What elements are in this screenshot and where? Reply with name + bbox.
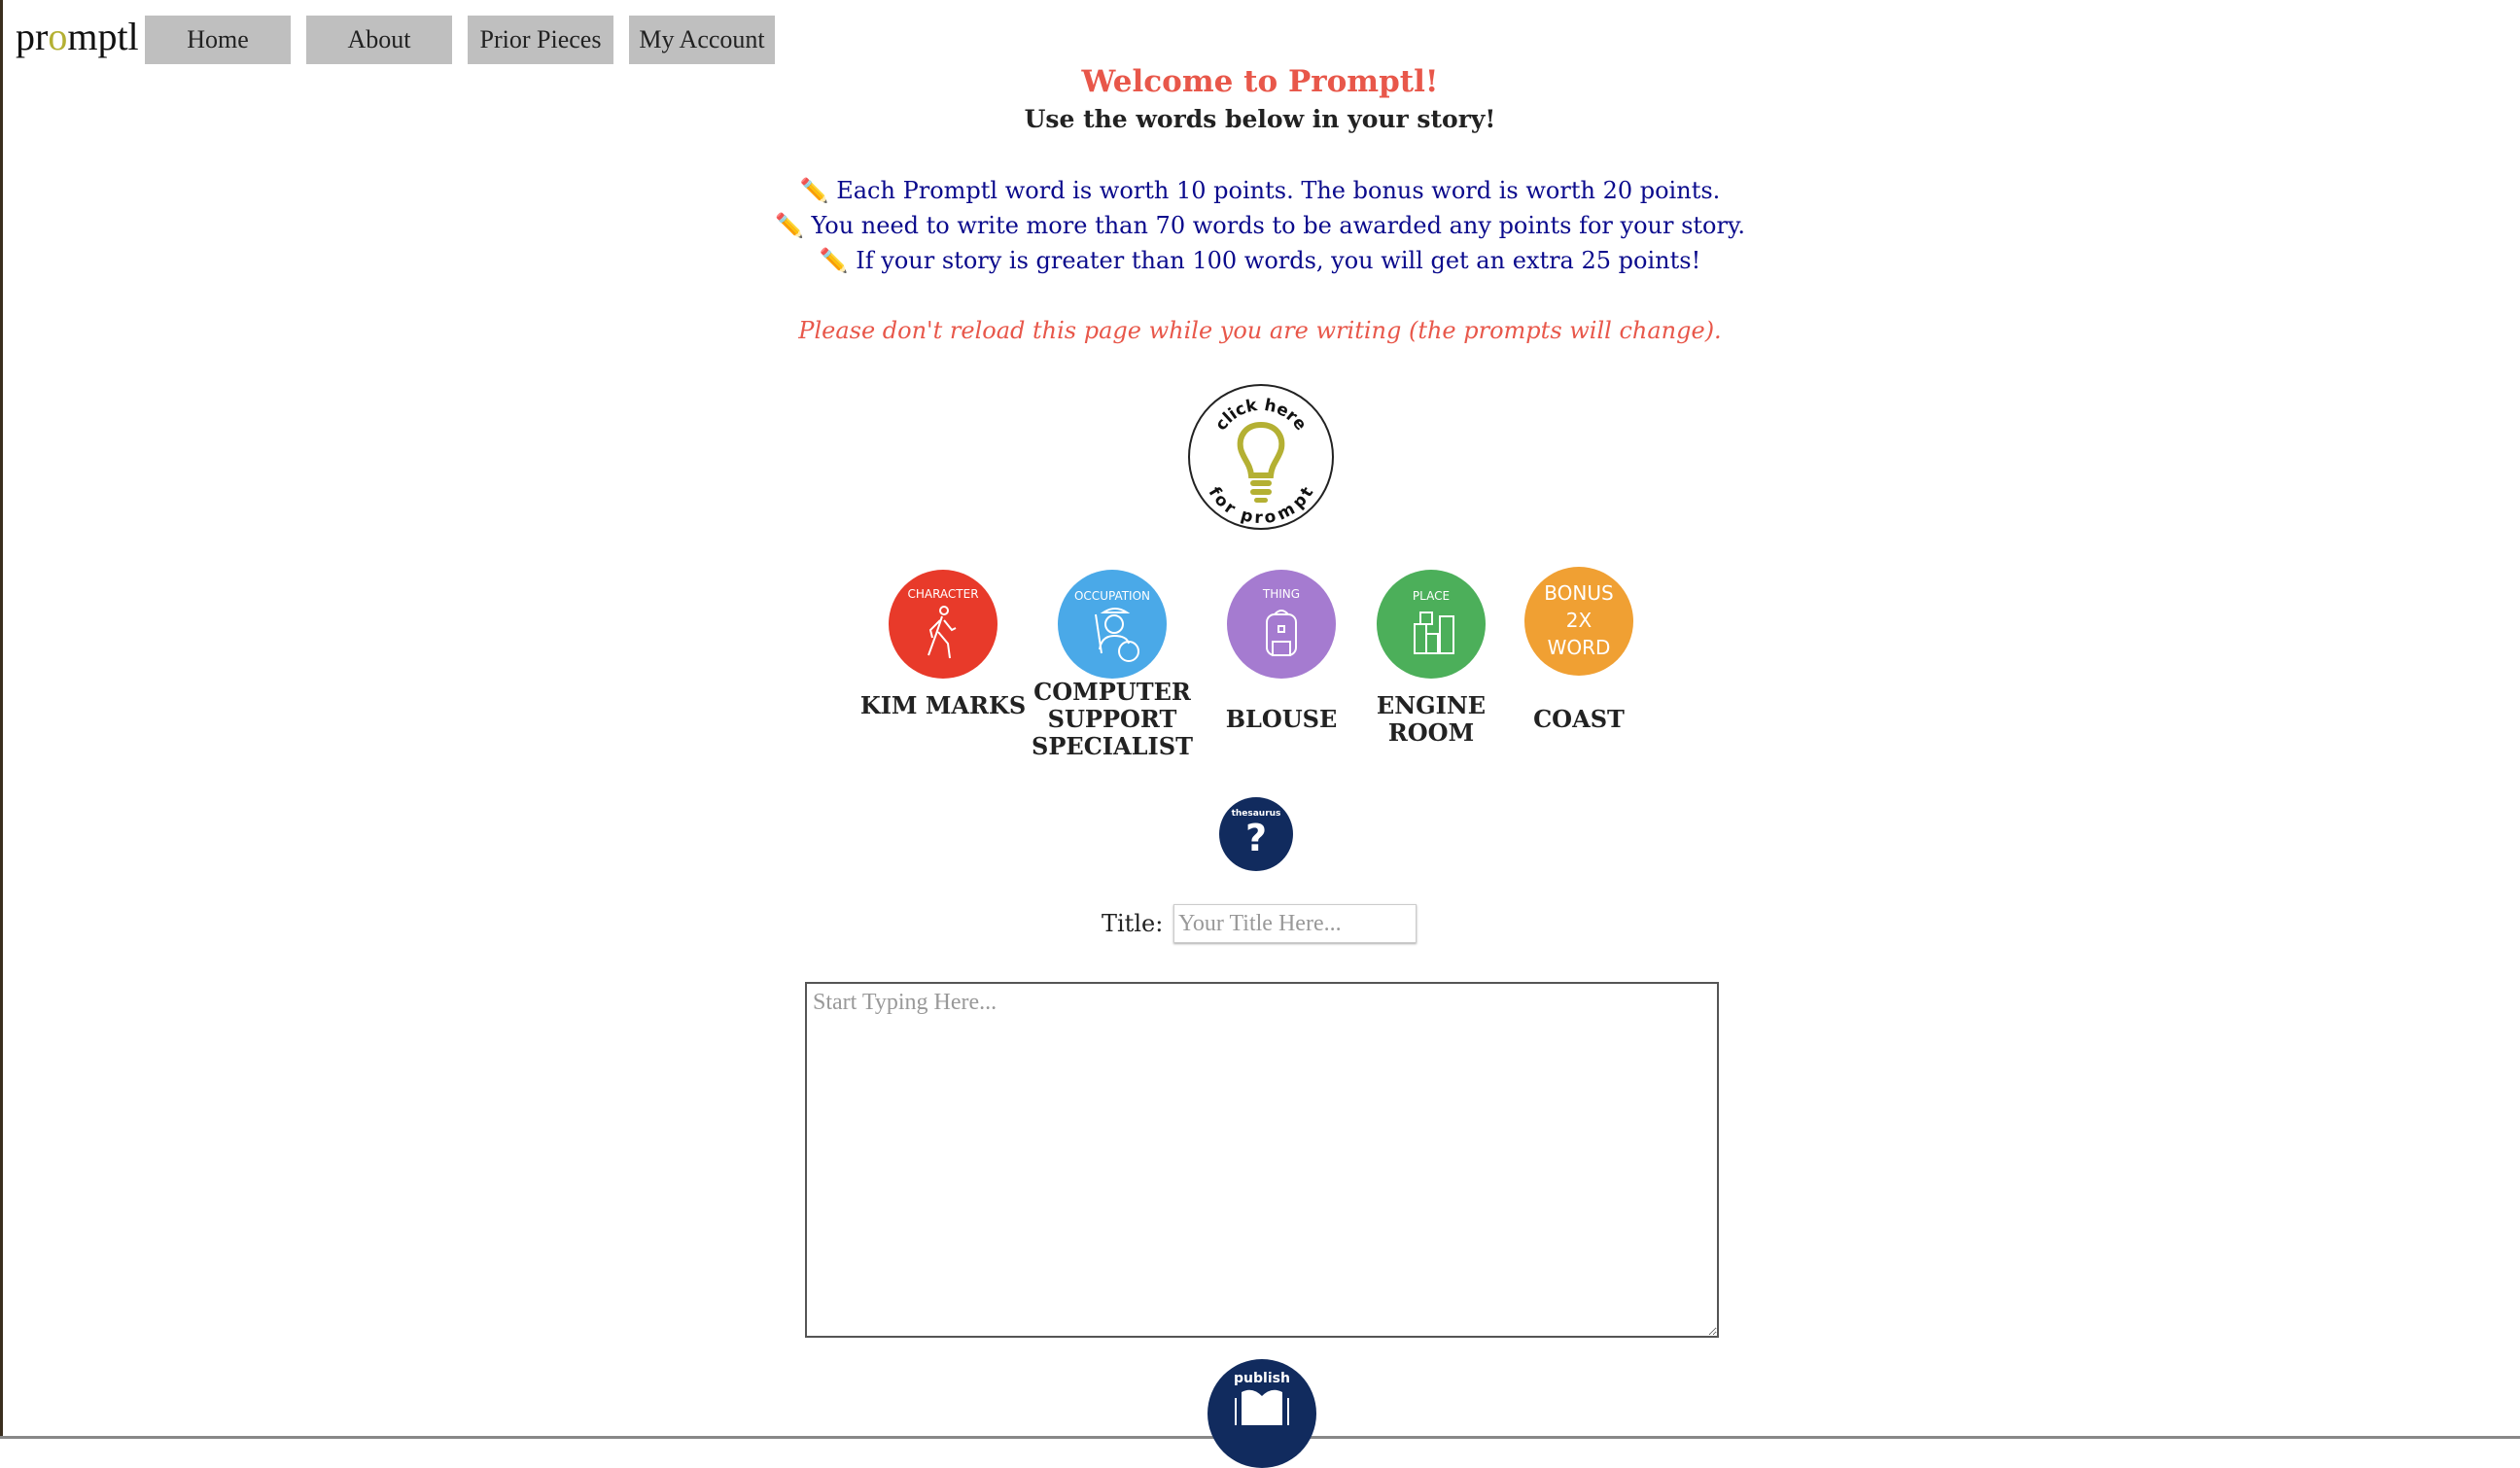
prompt-place[interactable]: PLACE (1377, 570, 1486, 679)
prompt-word-occupation: COMPUTER SUPPORT SPECIALIST (1032, 678, 1193, 760)
category-label: BONUS 2X WORD (1544, 581, 1614, 659)
question-mark-icon: ? (1244, 817, 1268, 859)
prompt-button[interactable]: click here for prompt (1188, 384, 1334, 530)
thesaurus-button[interactable]: thesaurus ? (1219, 797, 1293, 871)
lightbulb-icon: click here for prompt (1205, 396, 1318, 528)
category-label: OCCUPATION (1073, 589, 1151, 603)
nav-about[interactable]: About (306, 16, 452, 64)
story-textarea[interactable] (805, 982, 1719, 1338)
nav-prior-pieces[interactable]: Prior Pieces (468, 16, 613, 64)
prompt-occupation[interactable]: OCCUPATION (1058, 570, 1167, 679)
buildings-icon (1414, 612, 1454, 654)
nav-home[interactable]: Home (145, 16, 291, 64)
welcome-heading: Welcome to Promptl! (1081, 64, 1439, 99)
backpack-icon (1266, 610, 1297, 656)
walking-person-icon (928, 606, 957, 659)
category-label: PLACE (1412, 589, 1451, 603)
prompt-word-bonus: COAST (1533, 705, 1625, 733)
prompt-character[interactable]: CHARACTER (889, 570, 998, 679)
title-label: Title: (1102, 910, 1164, 937)
logo[interactable]: promptl (16, 14, 139, 59)
rule-2: ✏️ You need to write more than 70 words … (775, 212, 1745, 239)
reload-warning: Please don't reload this page while you … (798, 317, 1722, 344)
rule-3: ✏️ If your story is greater than 100 wor… (819, 247, 1701, 274)
svg-text:click here: click here (1211, 396, 1310, 435)
nav-my-account[interactable]: My Account (629, 16, 775, 64)
category-label: THING (1262, 587, 1301, 601)
category-label: CHARACTER (907, 587, 979, 601)
prompt-word-thing: BLOUSE (1225, 705, 1338, 733)
rule-1: ✏️ Each Promptl word is worth 10 points.… (799, 177, 1721, 204)
prompt-button-top-text: click here (1211, 396, 1310, 435)
publish-label: publish (1234, 1371, 1290, 1386)
subtitle: Use the words below in your story! (1024, 105, 1496, 133)
prompt-word-character: KIM MARKS (859, 691, 1027, 719)
prompt-bonus[interactable]: BONUS 2X WORD (1524, 567, 1633, 676)
open-book-icon (1235, 1389, 1289, 1425)
publish-button[interactable]: publish (1208, 1359, 1316, 1468)
prompt-thing[interactable]: THING (1227, 570, 1336, 679)
painter-icon (1095, 608, 1139, 662)
title-input[interactable] (1173, 904, 1417, 943)
